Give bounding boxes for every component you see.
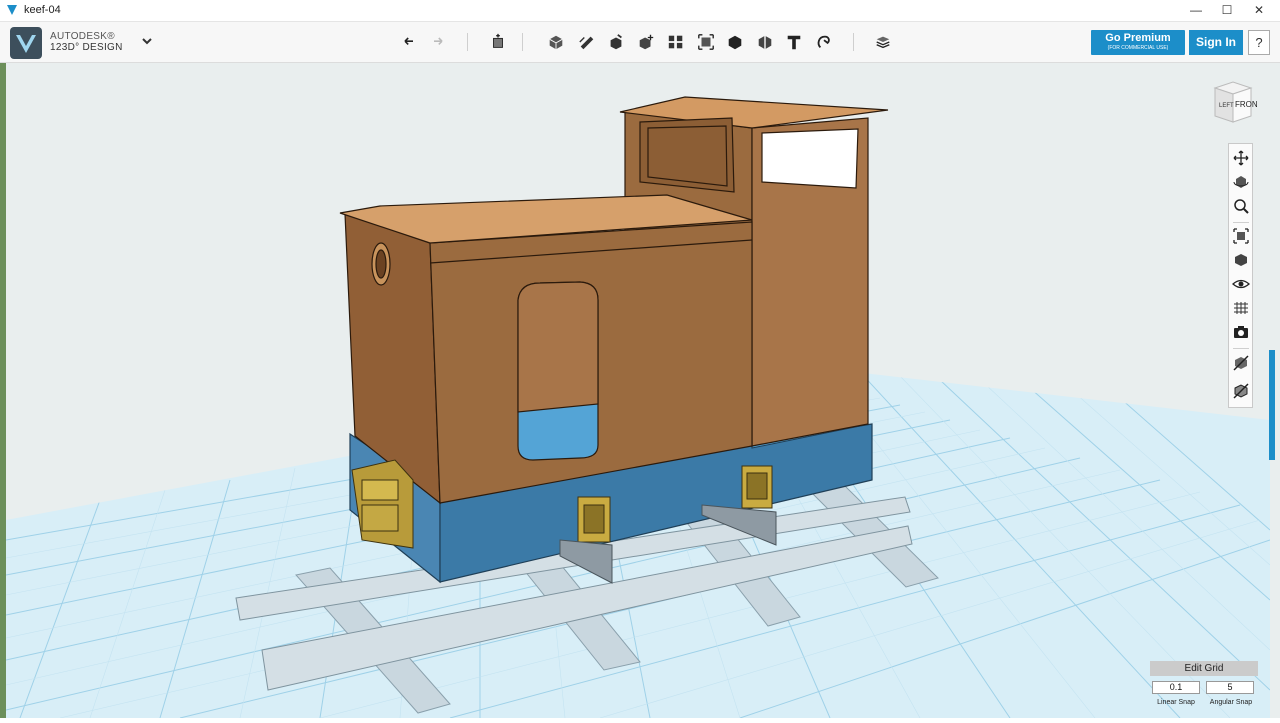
window-title: keef-04: [24, 4, 61, 16]
measure-icon[interactable]: [753, 30, 777, 54]
main-toolbar: AUTODESK® 123D° DESIGN Go Premium (FOR C…: [0, 22, 1280, 63]
linear-snap-field[interactable]: 0.1: [1152, 681, 1200, 694]
modify-icon[interactable]: [634, 30, 658, 54]
window-titlebar: keef-04 — ☐ ✕: [0, 0, 1280, 22]
sign-in-button[interactable]: Sign In: [1189, 30, 1243, 55]
material-toggle-icon[interactable]: [1232, 354, 1250, 372]
3d-viewport[interactable]: [0, 63, 1280, 718]
pattern-icon[interactable]: [664, 30, 688, 54]
toolbar-separator: [467, 33, 468, 51]
sketch-icon[interactable]: [575, 30, 599, 54]
edit-grid-button[interactable]: Edit Grid: [1150, 661, 1258, 676]
view-icon[interactable]: [1232, 251, 1250, 269]
orbit-icon[interactable]: [1232, 173, 1250, 191]
snap-icon[interactable]: [812, 30, 836, 54]
grid-visibility-icon[interactable]: [1232, 299, 1250, 317]
minimize-button[interactable]: —: [1180, 0, 1212, 21]
app-logo: [10, 27, 42, 59]
brand-product: 123D° DESIGN: [50, 42, 123, 53]
nav-separator: [1233, 222, 1249, 223]
linear-snap-label: Linear Snap: [1157, 699, 1195, 706]
outline-toggle-icon[interactable]: [1232, 382, 1250, 400]
axle-box-rear: [741, 465, 773, 509]
chevron-down-icon[interactable]: [139, 34, 155, 48]
nav-separator: [1233, 348, 1249, 349]
angular-snap-label: Angular Snap: [1209, 699, 1253, 706]
combine-icon[interactable]: [723, 30, 747, 54]
material-icon[interactable]: [871, 30, 895, 54]
go-premium-button[interactable]: Go Premium (FOR COMMERCIAL USE): [1091, 30, 1185, 55]
grid-snap-panel: Edit Grid 0.1 5 Linear Snap Angular Snap: [1150, 661, 1258, 711]
angular-snap-field[interactable]: 5: [1206, 681, 1254, 694]
redo-icon[interactable]: [426, 30, 450, 54]
primitives-icon[interactable]: [544, 30, 568, 54]
close-button[interactable]: ✕: [1243, 0, 1275, 21]
toolbar-separator: [522, 33, 523, 51]
grouping-icon[interactable]: [694, 30, 718, 54]
axle-box-front: [577, 496, 611, 543]
text-icon[interactable]: [782, 30, 806, 54]
help-button[interactable]: ?: [1248, 30, 1270, 55]
buffer-coupler: [351, 459, 414, 549]
pan-icon[interactable]: [1232, 149, 1250, 167]
navigation-bar: [1228, 143, 1253, 408]
right-scroll-indicator[interactable]: [1269, 350, 1275, 460]
go-premium-label: Go Premium: [1105, 32, 1171, 44]
left-edge-strip: [0, 63, 6, 718]
construct-icon[interactable]: [604, 30, 628, 54]
app-icon: [7, 5, 17, 15]
undo-icon[interactable]: [397, 30, 421, 54]
viewcube[interactable]: LEFT FRONT: [1209, 80, 1263, 124]
screenshot-icon[interactable]: [1232, 323, 1250, 341]
maximize-button[interactable]: ☐: [1211, 0, 1243, 21]
visibility-icon[interactable]: [1232, 275, 1250, 293]
viewcube-front-label: FRONT: [1235, 100, 1257, 109]
go-premium-sublabel: (FOR COMMERCIAL USE): [1107, 45, 1169, 51]
bonnet-body: [339, 194, 753, 505]
zoom-icon[interactable]: [1232, 197, 1250, 215]
transform-icon[interactable]: [486, 30, 510, 54]
toolbar-separator: [853, 33, 854, 51]
brand-autodesk: AUTODESK®: [50, 31, 115, 42]
fit-icon[interactable]: [1232, 227, 1250, 245]
viewcube-left-label: LEFT: [1219, 103, 1234, 109]
scene-canvas[interactable]: [0, 63, 1280, 718]
